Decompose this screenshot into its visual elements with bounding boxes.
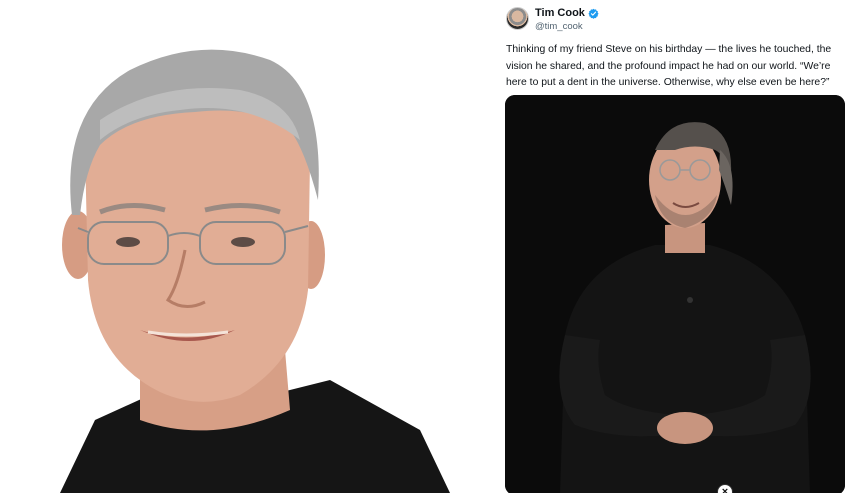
close-icon[interactable]: × xyxy=(717,484,733,493)
author-display-name[interactable]: Tim Cook xyxy=(535,7,585,19)
portrait-illustration xyxy=(60,49,450,493)
author-name-row: Tim Cook xyxy=(535,7,599,19)
tweet-body-text: Thinking of my friend Steve on his birth… xyxy=(506,44,832,88)
avatar[interactable] xyxy=(506,7,529,30)
steve-jobs-photo-illustration xyxy=(505,95,845,493)
tweet-media-photo[interactable] xyxy=(505,95,845,493)
verified-badge-icon xyxy=(588,8,599,19)
portrait-photo-tim-cook xyxy=(0,0,490,493)
author-handle[interactable]: @tim_cook xyxy=(535,21,583,32)
tweet-header: Tim Cook @tim_cook xyxy=(506,7,836,37)
tweet-card: Tim Cook @tim_cook Thinking of my friend… xyxy=(496,0,849,493)
